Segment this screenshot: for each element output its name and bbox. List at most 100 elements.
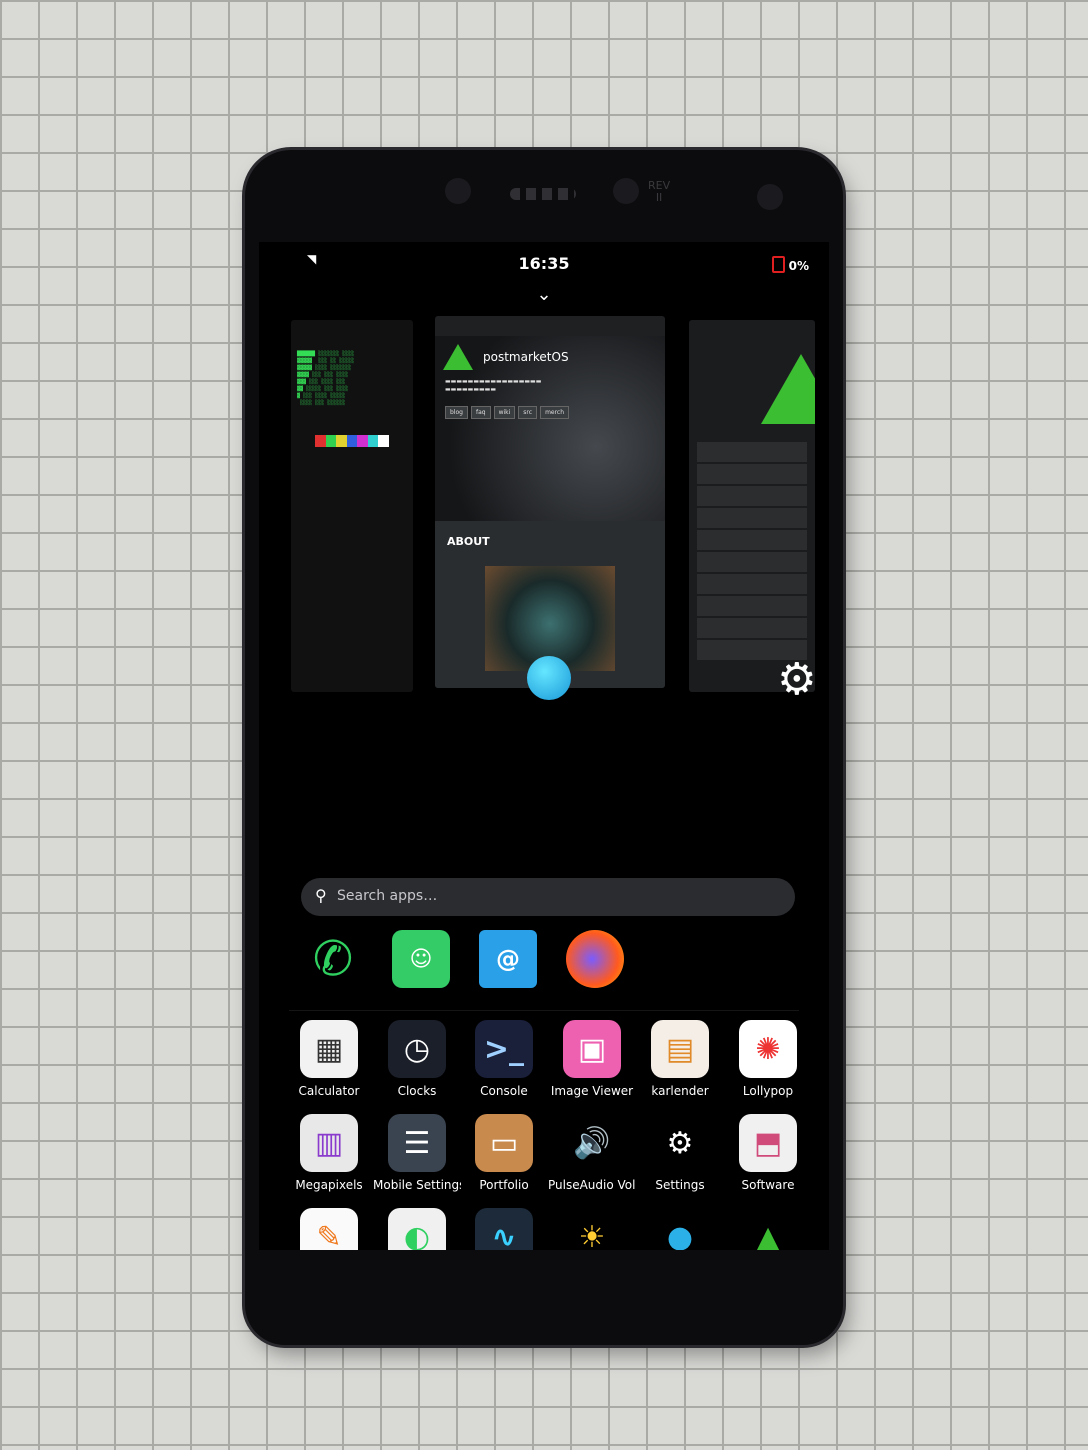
web-icon: ● — [651, 1208, 709, 1250]
site-nav-item: merch — [540, 406, 570, 419]
gear-icon-glyph: ⚙ — [666, 1125, 694, 1161]
app-label: Calculator — [298, 1084, 360, 1098]
app-usage[interactable]: ∿Usage — [460, 1208, 548, 1250]
postmarketos-header: postmarketOS ▬▬▬▬▬▬▬▬▬▬▬▬▬▬▬▬▬ ▬▬▬▬▬▬▬▬▬ … — [435, 336, 665, 521]
rev-marking: REV II — [648, 179, 671, 204]
list-item — [697, 530, 807, 550]
search-placeholder: Search apps… — [337, 888, 438, 904]
calendar-icon: ▤ — [651, 1020, 709, 1078]
app-lollypop[interactable]: ✺ Lollypop — [724, 1020, 812, 1098]
favorite-firefox[interactable] — [551, 930, 639, 988]
console-icon-glyph: >_ — [483, 1031, 525, 1067]
list-item — [697, 442, 807, 462]
volume-icon: 🔊 — [563, 1114, 621, 1172]
app-web[interactable]: ●Web — [636, 1208, 724, 1250]
favorite-chats[interactable]: ☺ — [377, 930, 465, 988]
search-input[interactable]: ⚲ Search apps… — [301, 878, 795, 916]
front-camera-icon — [445, 178, 471, 204]
usage-icon-glyph: ∿ — [491, 1219, 517, 1251]
app-label: Console — [480, 1084, 528, 1098]
camera-icon: ▥ — [300, 1114, 358, 1172]
favorites-dock: ✆ ☺ @ — [289, 930, 799, 1020]
app-label: Software — [741, 1178, 795, 1192]
contacts-icon: @ — [479, 930, 537, 988]
software-icon-glyph: ⬒ — [753, 1125, 783, 1161]
app-mobile-settings[interactable]: ☰ Mobile Settings — [373, 1114, 461, 1192]
device-info-list — [689, 440, 815, 662]
phone: REV II ◥ 16:35 0% ⌄ ██████ ░░░░░░░ ░░░░ ▓… — [245, 150, 843, 1345]
text-editor-icon-glyph: ✎ — [316, 1219, 342, 1251]
web-icon-glyph: ● — [666, 1219, 694, 1251]
search-icon: ⚲ — [315, 886, 327, 905]
battery-indicator: 0% — [771, 256, 809, 273]
about-heading: ABOUT — [447, 535, 490, 548]
list-item — [697, 552, 807, 572]
app-software[interactable]: ⬒ Software — [724, 1114, 812, 1192]
app-pulseaudio-volume-control[interactable]: 🔊 PulseAudio Volume Control — [548, 1114, 636, 1192]
site-title: postmarketOS — [483, 350, 569, 364]
weather-icon-glyph: ☀ — [578, 1219, 606, 1251]
terminal-content: ██████ ░░░░░░░ ░░░░ ▓▓▓▓▓ ░░░ ░░ ░░░░░ ▓… — [297, 351, 355, 406]
sensor-icon — [613, 178, 639, 204]
list-item — [697, 486, 807, 506]
app-weather[interactable]: ☀Weather — [548, 1208, 636, 1250]
welcome-icon-glyph: ▲ — [756, 1219, 780, 1251]
app-label: PulseAudio Volume Control — [548, 1178, 636, 1192]
app-text-editor[interactable]: ✎Text Editor — [285, 1208, 373, 1250]
earpiece-speaker — [510, 188, 576, 200]
clock-icon-glyph: ◷ — [403, 1031, 431, 1067]
usage-icon: ∿ — [475, 1208, 533, 1250]
site-nav: blog faq wiki src merch — [445, 406, 570, 419]
favorite-contacts[interactable]: @ — [464, 930, 552, 988]
app-label: karlender — [651, 1084, 709, 1098]
image-icon-glyph: ▣ — [577, 1031, 607, 1067]
folder-icon: ▭ — [475, 1114, 533, 1172]
lollypop-icon-glyph: ✺ — [755, 1031, 781, 1067]
app-tweaks[interactable]: ◐Tweaks — [373, 1208, 461, 1250]
app-image-viewer[interactable]: ▣ Image Viewer — [548, 1020, 636, 1098]
window-preview-browser[interactable]: postmarketOS ▬▬▬▬▬▬▬▬▬▬▬▬▬▬▬▬▬ ▬▬▬▬▬▬▬▬▬ … — [435, 316, 665, 688]
list-item — [697, 618, 807, 638]
chevron-down-icon[interactable]: ⌄ — [259, 284, 829, 305]
app-karlender[interactable]: ▤ karlender — [636, 1020, 724, 1098]
window-preview-about-settings[interactable] — [689, 320, 815, 692]
app-label: Settings — [655, 1178, 705, 1192]
list-item — [697, 574, 807, 594]
app-label: Megapixels — [295, 1178, 363, 1192]
app-label: Lollypop — [742, 1084, 794, 1098]
favorite-phone[interactable]: ✆ — [289, 930, 377, 988]
screen: ◥ 16:35 0% ⌄ ██████ ░░░░░░░ ░░░░ ▓▓▓▓▓ ░… — [259, 242, 829, 1250]
app-settings[interactable]: ⚙ Settings — [636, 1114, 724, 1192]
app-calculator[interactable]: ▦ Calculator — [285, 1020, 373, 1098]
folder-icon-glyph: ▭ — [489, 1125, 519, 1161]
gear-icon: ⚙ — [777, 654, 817, 705]
postmarketos-logo-icon — [761, 354, 815, 424]
app-megapixels[interactable]: ▥ Megapixels — [285, 1114, 373, 1192]
app-console[interactable]: >_ Console — [460, 1020, 548, 1098]
divider — [289, 1010, 799, 1011]
phone-icon: ✆ — [312, 931, 354, 987]
camera-icon-glyph: ▥ — [314, 1125, 344, 1161]
app-switcher: ██████ ░░░░░░░ ░░░░ ▓▓▓▓▓ ░░░ ░░ ░░░░░ ▓… — [259, 312, 829, 702]
list-item — [697, 596, 807, 616]
status-bar: ◥ 16:35 0% — [259, 242, 829, 282]
app-portfolio[interactable]: ▭ Portfolio — [460, 1114, 548, 1192]
site-nav-item: blog — [445, 406, 468, 419]
window-preview-terminal[interactable]: ██████ ░░░░░░░ ░░░░ ▓▓▓▓▓ ░░░ ░░ ░░░░░ ▓… — [291, 320, 413, 692]
site-nav-item: faq — [470, 406, 491, 419]
postmarketos-logo-icon — [443, 344, 473, 370]
app-label: Image Viewer — [550, 1084, 634, 1098]
site-tagline: ▬▬▬▬▬▬▬▬▬▬▬▬▬▬▬▬▬ ▬▬▬▬▬▬▬▬▬ — [445, 378, 542, 393]
chat-icon: ☺ — [392, 930, 450, 988]
tweaks-icon: ◐ — [388, 1208, 446, 1250]
firefox-icon — [566, 930, 624, 988]
calculator-icon-glyph: ▦ — [314, 1031, 344, 1067]
phone-top-bezel: REV II — [245, 150, 843, 245]
list-item — [697, 508, 807, 528]
app-welcome[interactable]: ▲Welcome — [724, 1208, 812, 1250]
battery-percent: 0% — [788, 259, 809, 273]
mobile-settings-icon-glyph: ☰ — [403, 1125, 431, 1161]
site-nav-item: wiki — [493, 406, 516, 419]
app-clocks[interactable]: ◷ Clocks — [373, 1020, 461, 1098]
image-icon: ▣ — [563, 1020, 621, 1078]
